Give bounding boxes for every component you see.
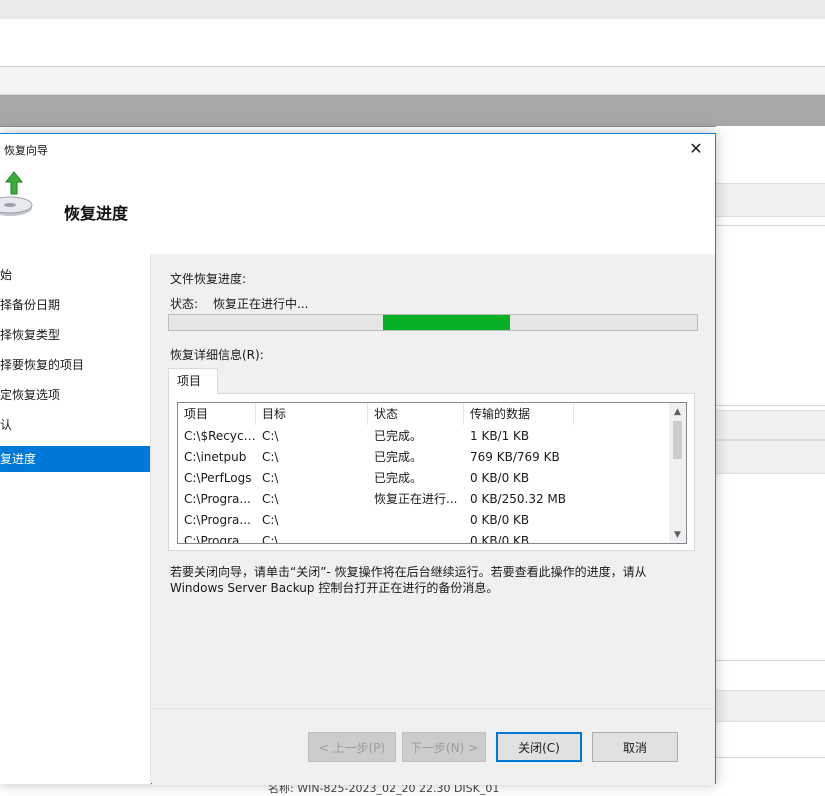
nav-step-select-items[interactable]: 选择要恢复的项目 [0,352,150,378]
background-right-band [716,183,825,217]
recovery-items-list[interactable]: 项目 目标 状态 传输的数据 C:\$Recycl... C:\ 已完成。 1 … [177,402,687,544]
cell-transferred: 0 KB/0 KB [470,471,530,485]
cell-item: C:\PerfLogs [184,471,252,485]
table-row[interactable]: C:\inetpub C:\ 已完成。 769 KB/769 KB [178,447,670,468]
status-value: 恢复正在进行中... [213,297,309,311]
cell-status [368,531,464,543]
table-row[interactable]: C:\Progra... C:\ 0 KB/0 KB [178,531,670,544]
close-icon[interactable]: ✕ [683,137,709,159]
scroll-up-icon[interactable]: ▲ [669,403,686,420]
nav-step-options[interactable]: 指定恢复选项 [0,382,150,408]
status-label: 状态: [170,297,199,311]
nav-step-recovery-type[interactable]: 选择恢复类型 [0,322,150,348]
cell-target: C:\ [262,492,279,506]
progress-bar-fill [383,315,510,330]
backup-restore-icon [0,171,33,216]
table-row[interactable]: C:\Progra... C:\ 恢复正在进行... 0 KB/250.32 M… [178,489,670,510]
cell-target: C:\ [262,429,279,443]
cell-target: C:\ [262,450,279,464]
close-button[interactable]: 关闭(C) [496,732,582,762]
info-text: 若要关闭向导，请单击“关闭”- 恢复操作将在后台继续运行。若要查看此操作的进度，… [170,565,647,595]
column-header-transferred[interactable]: 传输的数据 [464,403,574,425]
cancel-button[interactable]: 取消 [592,732,678,762]
nav-step-start[interactable]: 开始 [0,262,150,288]
background-address-strip [0,67,825,95]
cell-status: 恢复正在进行... [374,492,458,506]
background-divider [716,405,825,406]
dialog-title: 恢复向导 [4,144,48,157]
table-row[interactable]: C:\Progra... C:\ 0 KB/0 KB [178,510,670,531]
cell-item: C:\$Recycl... [184,429,256,443]
background-divider [716,660,825,661]
button-bar: < 上一步(P) 下一步(N) > 关闭(C) 取消 [152,708,715,785]
background-divider [716,225,825,226]
cell-transferred: 0 KB/0 KB [470,534,530,544]
cell-status [368,510,464,531]
cell-status: 已完成。 [374,450,423,464]
cell-item: C:\Progra... [184,492,251,506]
next-button[interactable]: 下一步(N) > [402,732,486,762]
nav-step-select-date[interactable]: 选择备份日期 [0,292,150,318]
cell-transferred: 0 KB/0 KB [470,513,530,527]
prev-button[interactable]: < 上一步(P) [308,732,396,762]
scroll-down-icon[interactable]: ▼ [669,526,686,543]
tab-panel-items: 项目 目标 状态 传输的数据 C:\$Recycl... C:\ 已完成。 1 … [168,393,695,551]
wizard-steps: 开始 选择备份日期 选择恢复类型 选择要恢复的项目 指定恢复选项 确认 恢复进度 [0,254,151,784]
page-title: 恢复进度 [64,204,129,223]
cell-target: C:\ [262,534,279,544]
cell-transferred: 769 KB/769 KB [470,450,560,464]
list-header: 项目 目标 状态 传输的数据 [178,403,670,425]
progress-bar [168,314,698,331]
column-header-status[interactable]: 状态 [368,403,464,425]
background-divider [716,757,825,758]
cell-target: C:\ [262,513,279,527]
cell-item: C:\Progra... [184,534,251,544]
details-label: 恢复详细信息(R): [170,348,264,362]
section-label: 文件恢复进度: [170,272,247,286]
cell-transferred: 1 KB/1 KB [470,429,530,443]
dialog-header: 恢复进度 [0,162,715,254]
progress-content: 文件恢复进度: 状态: 恢复正在进行中... 恢复详细信息(R): 项目 项目 … [152,254,715,708]
scroll-thumb[interactable] [673,421,682,459]
background-right-band [716,690,825,722]
background-right-band [716,410,825,440]
table-row[interactable]: C:\$Recycl... C:\ 已完成。 1 KB/1 KB [178,426,670,447]
table-row[interactable]: C:\PerfLogs C:\ 已完成。 0 KB/0 KB [178,468,670,489]
background-top-band [0,0,825,19]
cell-transferred: 0 KB/250.32 MB [470,492,566,506]
background-header-bar [0,95,825,127]
background-right-band [716,440,825,474]
nav-step-confirm[interactable]: 确认 [0,412,150,438]
column-header-target[interactable]: 目标 [256,403,368,425]
background-toolbar-strip [0,19,825,67]
tab-items[interactable]: 项目 [168,368,218,394]
recovery-wizard-dialog: 恢复向导 ✕ 恢复进度 开始 选择备份日期 选择恢复类型 选择要恢复的项目 指定… [0,133,716,785]
cell-item: C:\Progra... [184,513,251,527]
dialog-titlebar[interactable]: 恢复向导 ✕ [0,134,715,162]
cell-status: 已完成。 [374,471,423,485]
column-header-item[interactable]: 项目 [178,403,256,425]
cell-status: 已完成。 [374,429,423,443]
cell-item: C:\inetpub [184,450,247,464]
nav-step-progress[interactable]: 恢复进度 [0,446,150,472]
list-scrollbar[interactable]: ▲ ▼ [669,403,686,543]
cell-target: C:\ [262,471,279,485]
